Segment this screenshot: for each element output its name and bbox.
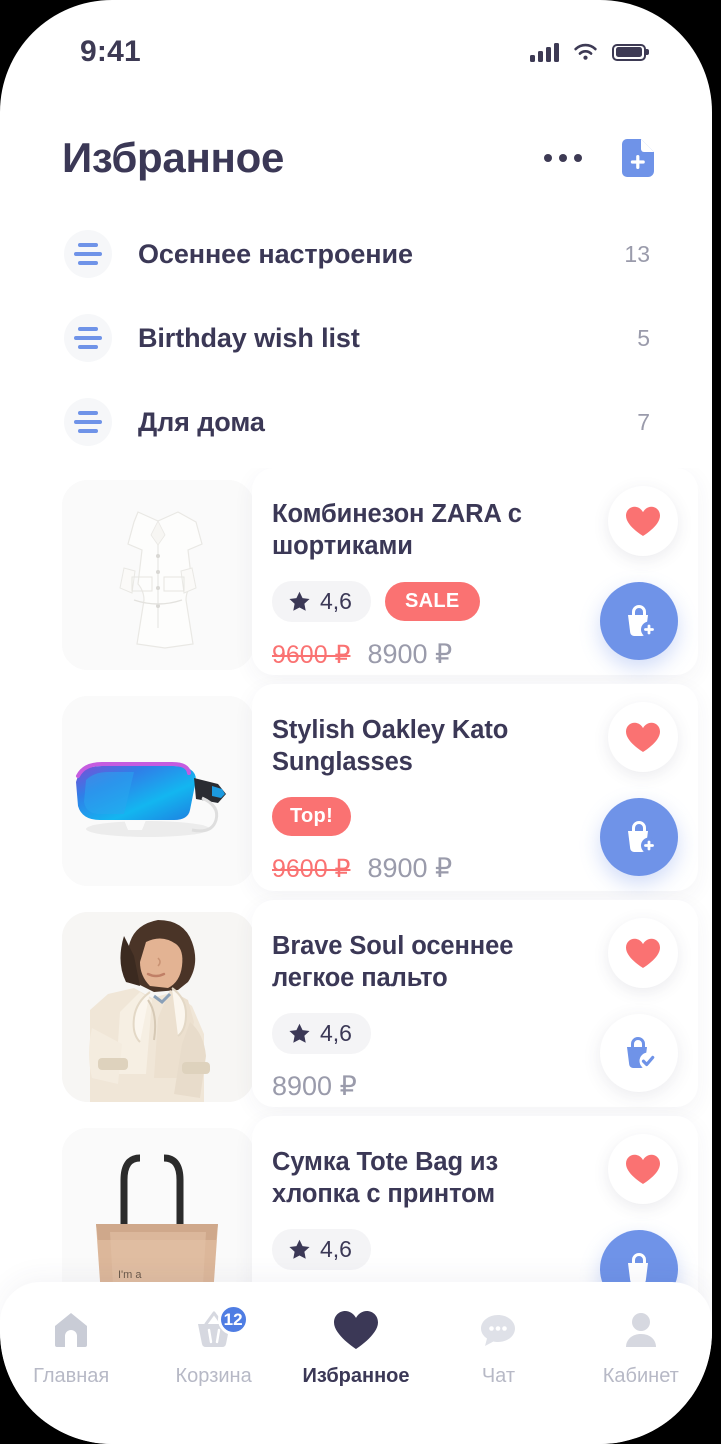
star-icon xyxy=(289,1023,310,1043)
nav-item-account[interactable]: Кабинет xyxy=(570,1308,712,1388)
nav-label: Кабинет xyxy=(602,1365,679,1387)
nav-label: Чат xyxy=(481,1365,516,1387)
product-name: Stylish Oakley Kato Sunglasses xyxy=(272,716,509,777)
product-card[interactable]: Stylish Oakley Kato Sunglasses Top! 9600… xyxy=(0,684,712,899)
rating-badge: 4,6 xyxy=(272,1012,371,1054)
heart-filled-icon xyxy=(626,938,660,968)
page-title: Избранное xyxy=(62,134,285,181)
white-jumpsuit-photo xyxy=(62,480,254,670)
add-to-cart-button[interactable] xyxy=(600,798,678,876)
collection-list: Осеннее настроение 13 Birthday wish list… xyxy=(0,212,712,464)
beige-coat-model-photo xyxy=(62,912,254,1102)
star-icon xyxy=(289,1239,310,1259)
nav-item-cart[interactable]: 12 Корзина xyxy=(142,1304,284,1388)
phone-frame: 9:41 Избранное Осеннее настроение 13 Bir… xyxy=(0,0,712,1444)
more-options-icon[interactable] xyxy=(544,154,582,162)
bottom-navigation: Главная 12 Корзина Избранное Чат Кабинет xyxy=(0,1282,712,1444)
sale-tag: SALE xyxy=(384,581,480,621)
rating-badge: 4,6 xyxy=(272,1228,371,1270)
svg-text:I'm a: I'm a xyxy=(118,1269,142,1281)
collection-count: 7 xyxy=(637,408,650,435)
top-tag: Top! xyxy=(272,796,352,836)
page-header: Избранное xyxy=(0,104,712,212)
status-icons xyxy=(530,42,646,62)
file-add-icon[interactable] xyxy=(622,139,654,177)
user-icon xyxy=(621,1308,661,1352)
add-to-cart-button[interactable] xyxy=(600,582,678,660)
list-lines-icon xyxy=(64,314,112,362)
collection-label: Для дома xyxy=(138,406,265,437)
favorite-button[interactable] xyxy=(608,486,678,556)
list-lines-icon xyxy=(64,398,112,446)
old-price: 9600 ₽ xyxy=(272,640,351,669)
nav-item-home[interactable]: Главная xyxy=(0,1308,142,1388)
collection-label: Осеннее настроение xyxy=(138,238,413,269)
wifi-icon xyxy=(574,43,597,60)
battery-full-icon xyxy=(612,43,646,61)
star-icon xyxy=(289,591,310,611)
favorite-button[interactable] xyxy=(608,702,678,772)
home-icon xyxy=(51,1308,91,1352)
cart-badge: 12 xyxy=(217,1304,249,1335)
chat-bubble-icon xyxy=(478,1308,518,1352)
rating-value: 4,6 xyxy=(320,1235,352,1262)
rating-value: 4,6 xyxy=(320,587,352,614)
old-price: 9600 ₽ xyxy=(272,854,351,883)
nav-label: Избранное xyxy=(302,1365,410,1387)
collection-row[interactable]: Осеннее настроение 13 xyxy=(0,212,712,296)
blue-sunglasses-photo xyxy=(62,696,254,886)
heart-filled-icon xyxy=(626,506,660,536)
cellular-signal-icon xyxy=(530,42,559,62)
product-card[interactable]: Brave Soul осеннее легкое пальто 4,6 890… xyxy=(0,900,712,1115)
collection-count: 13 xyxy=(624,240,650,267)
bag-check-icon xyxy=(627,1037,657,1070)
nav-item-favorites[interactable]: Избранное xyxy=(285,1308,427,1388)
header-actions xyxy=(544,139,654,177)
bag-add-icon xyxy=(628,605,657,638)
product-thumbnail xyxy=(62,696,254,886)
status-time: 9:41 xyxy=(80,35,141,68)
new-price: 8900 ₽ xyxy=(272,1070,357,1101)
nav-label: Главная xyxy=(33,1365,110,1387)
favorite-button[interactable] xyxy=(608,1134,678,1204)
product-name: Сумка Tote Bag из хлопка с принтом xyxy=(272,1148,499,1209)
bag-add-icon xyxy=(628,821,657,854)
rating-badge: 4,6 xyxy=(272,580,371,622)
product-name: Brave Soul осеннее легкое пальто xyxy=(272,932,514,993)
in-cart-button[interactable] xyxy=(600,1014,678,1092)
product-thumbnail xyxy=(62,912,254,1102)
list-lines-icon xyxy=(64,230,112,278)
collection-row[interactable]: Birthday wish list 5 xyxy=(0,296,712,380)
new-price: 8900 ₽ xyxy=(367,852,453,883)
heart-filled-icon xyxy=(626,722,660,752)
rating-value: 4,6 xyxy=(320,1019,352,1046)
product-name: Комбинезон ZARA с шортиками xyxy=(272,500,522,561)
product-card[interactable]: Комбинезон ZARA с шортиками 4,6 SALE 960… xyxy=(0,468,712,683)
new-price: 8900 ₽ xyxy=(367,638,453,669)
collection-count: 5 xyxy=(637,324,650,351)
nav-item-chat[interactable]: Чат xyxy=(427,1308,569,1388)
favorite-button[interactable] xyxy=(608,918,678,988)
status-bar: 9:41 xyxy=(0,0,712,104)
collection-row[interactable]: Для дома 7 xyxy=(0,380,712,464)
basket-icon: 12 xyxy=(194,1304,249,1352)
heart-filled-icon xyxy=(626,1154,660,1184)
nav-label: Корзина xyxy=(175,1365,252,1387)
heart-icon xyxy=(334,1308,379,1352)
product-thumbnail xyxy=(62,480,254,670)
collection-label: Birthday wish list xyxy=(138,322,360,353)
